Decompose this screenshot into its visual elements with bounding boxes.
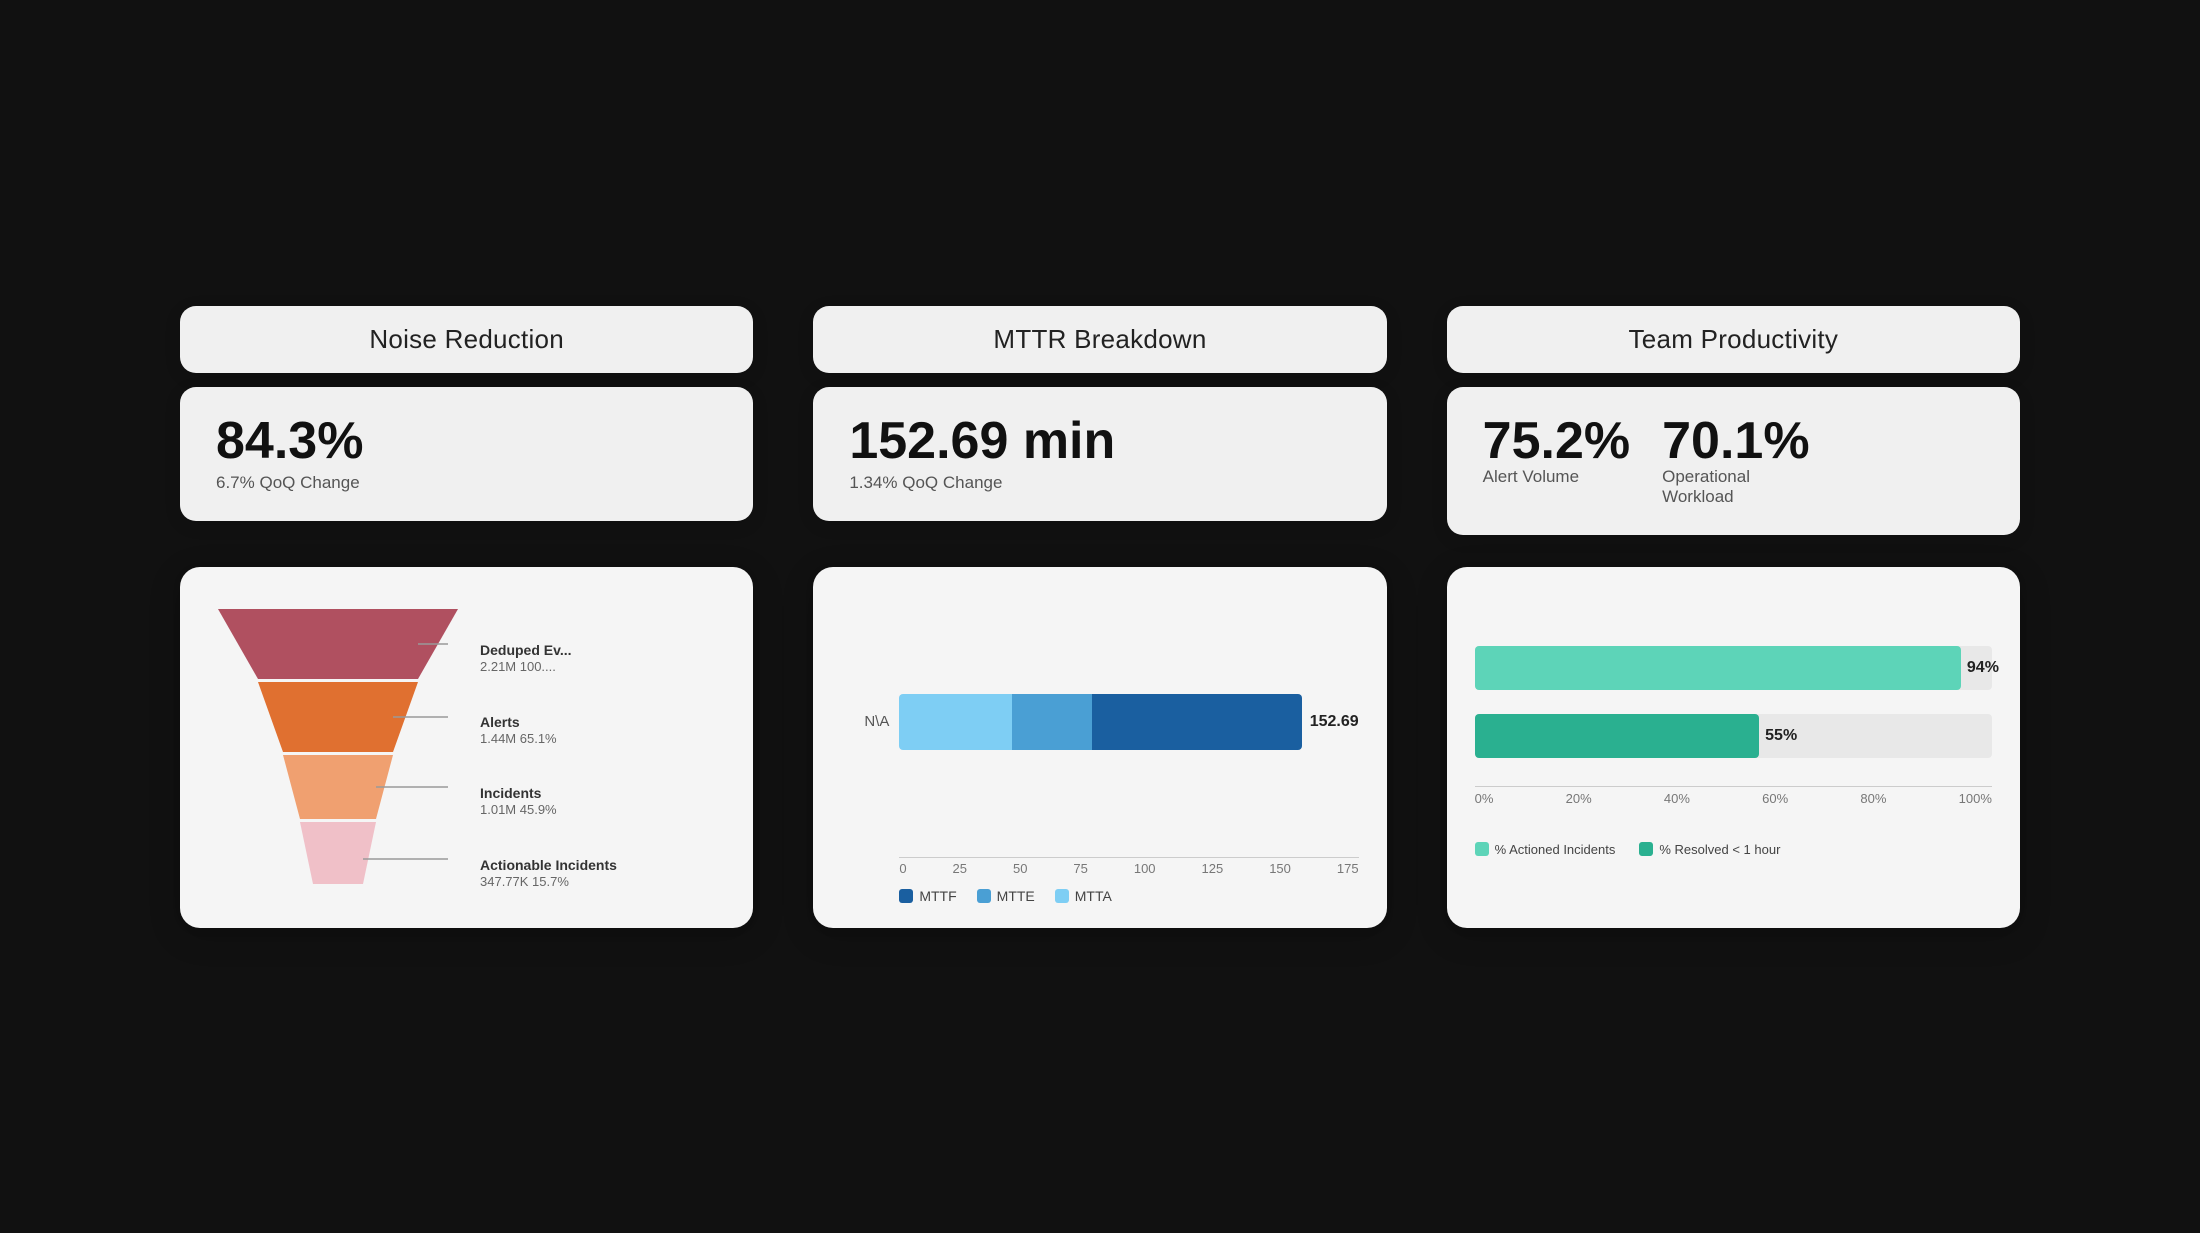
mttr-bar-end-label: 152.69 [1310, 713, 1359, 731]
team-productivity-title-card: Team Productivity [1447, 306, 2020, 373]
funnel-label-deduped: Deduped Ev... 2.21M 100.... [480, 641, 617, 676]
hbar-x-20: 20% [1566, 791, 1592, 806]
hbar-track-resolved: 55% [1475, 714, 1992, 758]
alert-volume-label: Alert Volume [1483, 467, 1579, 487]
funnel-label-actionable: Actionable Incidents 347.77K 15.7% [480, 856, 617, 891]
funnel-label-alerts: Alerts 1.44M 65.1% [480, 713, 617, 748]
mttr-x-tick-0: 0 [899, 861, 906, 876]
hbar-x-0: 0% [1475, 791, 1494, 806]
funnel-label-incidents: Incidents 1.01M 45.9% [480, 784, 617, 819]
legend-mtte-dot [977, 889, 991, 903]
funnel-chart-card: Deduped Ev... 2.21M 100.... Alerts 1.44M… [180, 567, 753, 928]
mttr-y-label: N\A [841, 713, 889, 730]
mttr-value: 152.69 min [849, 415, 1115, 467]
legend-mttf: MTTF [899, 888, 956, 904]
hbar-row-actioned: 94% [1475, 646, 1992, 690]
funnel-labels: Deduped Ev... 2.21M 100.... Alerts 1.44M… [480, 601, 617, 901]
dashboard: Noise Reduction 84.3% 6.7% QoQ Change MT… [100, 246, 2100, 988]
team-productivity-title: Team Productivity [1629, 324, 1839, 355]
mttr-x-tick-175: 175 [1337, 861, 1359, 876]
productivity-legend: % Actioned Incidents % Resolved < 1 hour [1475, 842, 1992, 857]
hbar-row-resolved: 55% [1475, 714, 1992, 758]
legend-mtte: MTTE [977, 888, 1035, 904]
hbar-x-40: 40% [1664, 791, 1690, 806]
legend-mttf-dot [899, 889, 913, 903]
mttr-legend: MTTF MTTE MTTA [841, 888, 1358, 904]
hbar-x-100: 100% [1959, 791, 1992, 806]
team-productivity-group: Team Productivity 75.2% Alert Volume 70.… [1447, 306, 2020, 535]
hbar-fill-resolved: 55% [1475, 714, 1760, 758]
mttr-chart-card: N\A 152.69 [813, 567, 1386, 928]
alert-volume-value: 75.2% [1483, 415, 1630, 467]
mttr-bar-chart: N\A 152.69 [841, 599, 1358, 904]
legend-resolved-dot [1639, 842, 1653, 856]
noise-reduction-title-card: Noise Reduction [180, 306, 753, 373]
mttr-title: MTTR Breakdown [993, 324, 1206, 355]
operational-workload-item: 70.1% Operational Workload [1662, 415, 1809, 507]
team-prod-values: 75.2% Alert Volume 70.1% Operational Wor… [1483, 415, 1810, 507]
mttr-x-tick-25: 25 [953, 861, 967, 876]
mtta-segment [899, 694, 1012, 750]
mttr-bar-segments: 152.69 [899, 694, 1358, 750]
hbar-fill-actioned: 94% [1475, 646, 1961, 690]
mttr-value-card: 152.69 min 1.34% QoQ Change [813, 387, 1386, 521]
mttr-title-card: MTTR Breakdown [813, 306, 1386, 373]
mttr-x-tick-125: 125 [1202, 861, 1224, 876]
hbar-track-actioned: 94% [1475, 646, 1992, 690]
funnel-container: Deduped Ev... 2.21M 100.... Alerts 1.44M… [208, 599, 725, 904]
legend-mtta-label: MTTA [1075, 888, 1112, 904]
alert-volume-item: 75.2% Alert Volume [1483, 415, 1630, 487]
legend-resolved: % Resolved < 1 hour [1639, 842, 1780, 857]
legend-actioned-label: % Actioned Incidents [1495, 842, 1616, 857]
operational-workload-value: 70.1% [1662, 415, 1809, 467]
hbar-x-60: 60% [1762, 791, 1788, 806]
productivity-chart-card: 94% 55% 0% 20% [1447, 567, 2020, 928]
mttf-segment [1092, 694, 1301, 750]
mttr-bar-row: N\A 152.69 [841, 599, 1358, 845]
mtte-segment [1012, 694, 1092, 750]
noise-reduction-title: Noise Reduction [369, 324, 564, 355]
bottom-row: Deduped Ev... 2.21M 100.... Alerts 1.44M… [180, 567, 2020, 928]
mttr-x-tick-75: 75 [1073, 861, 1087, 876]
legend-actioned-dot [1475, 842, 1489, 856]
mttr-x-tick-100: 100 [1134, 861, 1156, 876]
mttr-group: MTTR Breakdown 152.69 min 1.34% QoQ Chan… [813, 306, 1386, 535]
noise-reduction-value-card: 84.3% 6.7% QoQ Change [180, 387, 753, 521]
mttr-change: 1.34% QoQ Change [849, 473, 1002, 493]
mttr-x-tick-150: 150 [1269, 861, 1291, 876]
hbar-pct-resolved: 55% [1765, 727, 1797, 745]
legend-mttf-label: MTTF [919, 888, 956, 904]
funnel-svg [208, 599, 468, 904]
legend-mtta: MTTA [1055, 888, 1112, 904]
productivity-hbar-chart: 94% 55% 0% 20% [1475, 599, 1992, 904]
top-row: Noise Reduction 84.3% 6.7% QoQ Change MT… [180, 306, 2020, 535]
noise-reduction-value: 84.3% [216, 415, 363, 467]
noise-reduction-change: 6.7% QoQ Change [216, 473, 360, 493]
legend-mtte-label: MTTE [997, 888, 1035, 904]
legend-actioned: % Actioned Incidents [1475, 842, 1616, 857]
noise-reduction-group: Noise Reduction 84.3% 6.7% QoQ Change [180, 306, 753, 535]
hbar-x-80: 80% [1860, 791, 1886, 806]
hbar-pct-actioned: 94% [1967, 659, 1999, 677]
legend-mtta-dot [1055, 889, 1069, 903]
team-productivity-value-card: 75.2% Alert Volume 70.1% Operational Wor… [1447, 387, 2020, 535]
legend-resolved-label: % Resolved < 1 hour [1659, 842, 1780, 857]
mttr-x-tick-50: 50 [1013, 861, 1027, 876]
operational-workload-label: Operational Workload [1662, 467, 1772, 507]
